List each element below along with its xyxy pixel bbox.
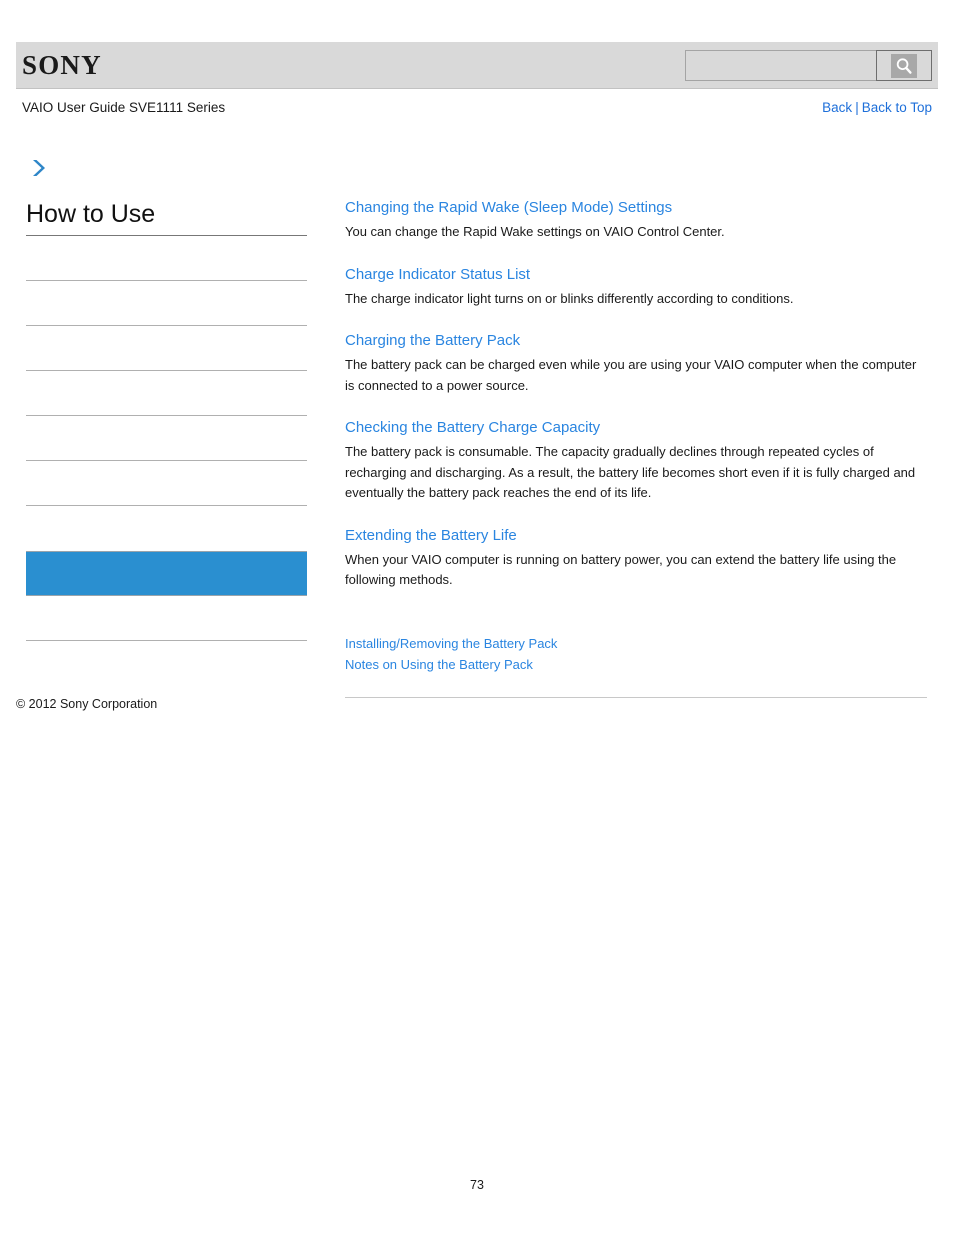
topic-item: Extending the Battery Life When your VAI… bbox=[345, 526, 927, 591]
topic-item: Charging the Battery Pack The battery pa… bbox=[345, 331, 927, 396]
topic-description: You can change the Rapid Wake settings o… bbox=[345, 224, 725, 239]
topic-description: The battery pack can be charged even whi… bbox=[345, 357, 917, 393]
related-links-section: Installing/Removing the Battery Pack Not… bbox=[345, 633, 927, 675]
search-area bbox=[685, 50, 932, 81]
sidebar-item-6[interactable] bbox=[26, 461, 307, 506]
nav-separator: | bbox=[855, 100, 859, 115]
sidebar: How to Use bbox=[26, 155, 307, 641]
topic-link[interactable]: Checking the Battery Charge Capacity bbox=[345, 418, 927, 438]
topic-item: Checking the Battery Charge Capacity The… bbox=[345, 418, 927, 504]
page-title: VAIO User Guide SVE1111 Series bbox=[22, 100, 226, 115]
topic-link[interactable]: Extending the Battery Life bbox=[345, 526, 927, 546]
topic-link[interactable]: Charge Indicator Status List bbox=[345, 265, 927, 285]
page-number: 73 bbox=[470, 1178, 484, 1192]
sidebar-item-7[interactable] bbox=[26, 506, 307, 551]
topic-description: The charge indicator light turns on or b… bbox=[345, 290, 794, 306]
sidebar-item-5[interactable] bbox=[26, 416, 307, 461]
sidebar-item-1[interactable] bbox=[26, 236, 307, 281]
copyright-text: © 2012 Sony Corporation bbox=[16, 697, 158, 711]
back-to-top-link[interactable]: Back to Top bbox=[862, 100, 932, 115]
sidebar-item-8-active[interactable] bbox=[26, 551, 307, 596]
related-link[interactable]: Notes on Using the Battery Pack bbox=[345, 654, 927, 675]
sidebar-item-3[interactable] bbox=[26, 326, 307, 371]
topic-item: Changing the Rapid Wake (Sleep Mode) Set… bbox=[345, 198, 927, 243]
main-content: Changing the Rapid Wake (Sleep Mode) Set… bbox=[345, 198, 927, 706]
sidebar-item-2[interactable] bbox=[26, 281, 307, 326]
sidebar-item-9[interactable] bbox=[26, 596, 307, 641]
sidebar-nav-list bbox=[26, 236, 307, 641]
sony-logo: SONY bbox=[22, 50, 102, 80]
site-header: SONY bbox=[16, 42, 938, 89]
search-input[interactable] bbox=[685, 50, 876, 81]
topic-link[interactable]: Changing the Rapid Wake (Sleep Mode) Set… bbox=[345, 198, 927, 218]
topic-item: Charge Indicator Status List The charge … bbox=[345, 265, 927, 310]
topic-description: When your VAIO computer is running on ba… bbox=[345, 551, 897, 588]
search-button[interactable] bbox=[876, 50, 932, 81]
guide-title-row: VAIO User Guide SVE1111 Series Back | Back… bbox=[16, 100, 938, 122]
related-link[interactable]: Installing/Removing the Battery Pack bbox=[345, 633, 927, 654]
topic-description: The battery pack is consumable. The capa… bbox=[345, 444, 916, 500]
header-nav-links: Back | Back to Top bbox=[822, 100, 932, 115]
search-icon bbox=[891, 53, 917, 78]
sidebar-heading: How to Use bbox=[26, 199, 307, 236]
sidebar-item-4[interactable] bbox=[26, 371, 307, 416]
chevron-right-icon[interactable] bbox=[26, 155, 52, 181]
back-link[interactable]: Back bbox=[822, 100, 852, 115]
content-divider bbox=[345, 696, 927, 698]
topic-link[interactable]: Charging the Battery Pack bbox=[345, 331, 927, 351]
